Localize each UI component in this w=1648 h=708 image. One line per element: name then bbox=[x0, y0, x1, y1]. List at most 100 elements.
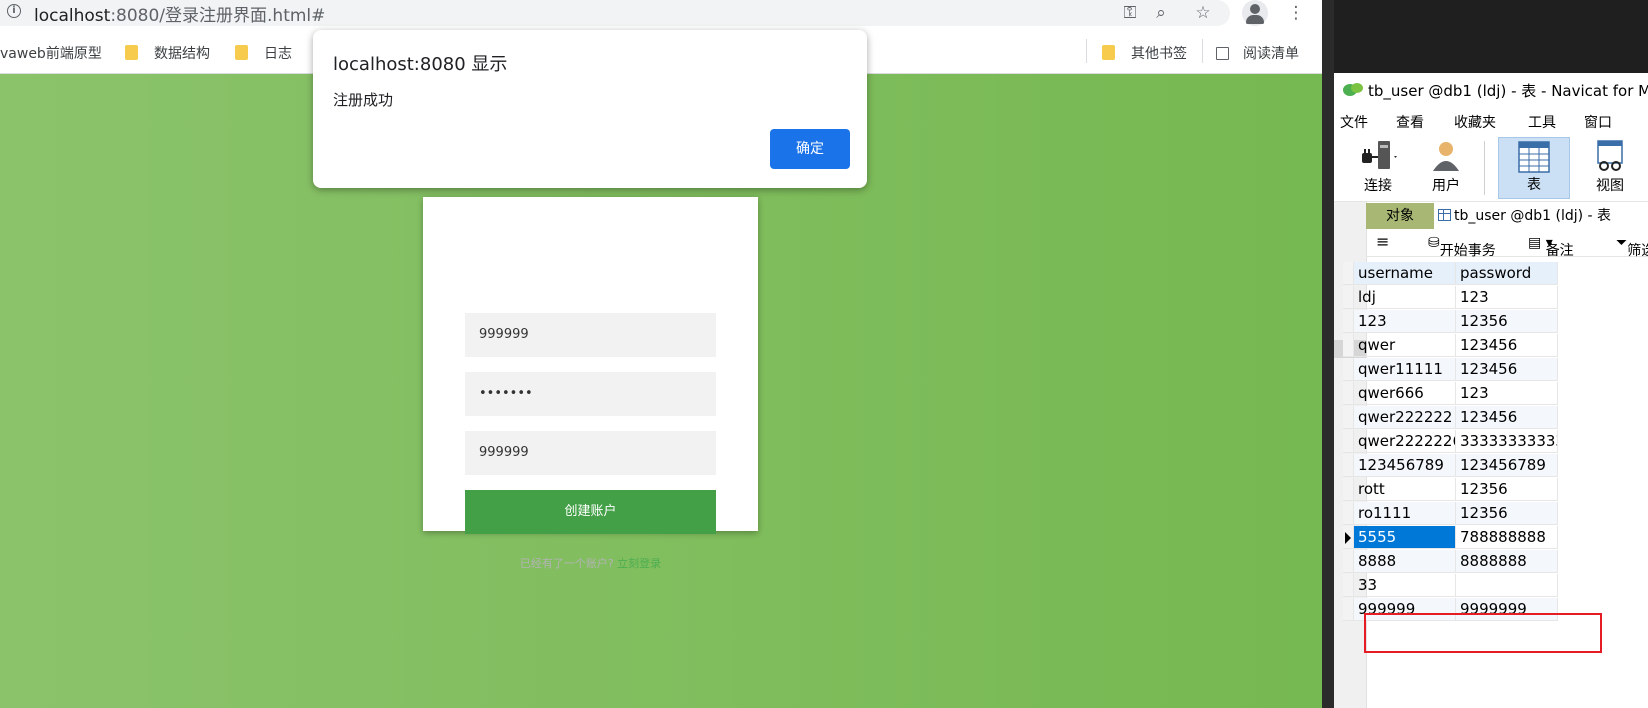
bookmark-separator bbox=[1202, 39, 1203, 63]
url-field[interactable]: i localhost:8080/登录注册界面.html# bbox=[0, 0, 1230, 26]
cell-password[interactable]: 123456 bbox=[1456, 334, 1558, 357]
row-header-cell[interactable] bbox=[1343, 598, 1354, 621]
row-header-cell[interactable] bbox=[1343, 286, 1354, 309]
begin-transaction-button[interactable]: ⛁ 开始事务 bbox=[1428, 235, 1496, 259]
cell-password[interactable]: 123456789 bbox=[1456, 454, 1558, 477]
dialog-ok-button[interactable]: 确定 bbox=[770, 129, 850, 169]
row-header-cell[interactable] bbox=[1343, 430, 1354, 453]
star-icon[interactable]: ☆ bbox=[1192, 2, 1214, 24]
connect-label: 连接 bbox=[1364, 178, 1392, 194]
reading-list-item[interactable]: 阅读清单 bbox=[1216, 43, 1299, 63]
plug-icon bbox=[1362, 141, 1397, 169]
row-header-cell[interactable] bbox=[1343, 550, 1354, 573]
cell-username[interactable]: rott bbox=[1354, 478, 1456, 501]
bookmark-item[interactable]: 日志 bbox=[235, 43, 292, 63]
table-label: 表 bbox=[1527, 177, 1541, 193]
dialog-message: 注册成功 bbox=[333, 91, 394, 109]
cell-username[interactable]: ldj bbox=[1354, 286, 1456, 309]
navicat-menubar: 文件 查看 收藏夹 工具 窗口 bbox=[1334, 105, 1648, 135]
menu-file[interactable]: 文件 bbox=[1340, 112, 1368, 132]
cell-username[interactable]: qwer bbox=[1354, 334, 1456, 357]
form-footer: 已经有了一个账户? 立刻登录 bbox=[423, 555, 758, 571]
navicat-toolbar: 连接 用户 表 视图 bbox=[1334, 135, 1648, 202]
url-path: :8080/登录注册界面.html# bbox=[110, 6, 326, 26]
row-header-cell bbox=[1343, 262, 1354, 285]
hamburger-menu-icon[interactable]: ≡ bbox=[1376, 232, 1389, 251]
user-icon bbox=[1433, 142, 1459, 171]
cell-password[interactable]: 788888888 bbox=[1456, 526, 1558, 549]
connect-button[interactable]: 连接 bbox=[1348, 137, 1408, 199]
key-icon[interactable]: ⚿ bbox=[1119, 2, 1141, 24]
info-icon[interactable]: i bbox=[7, 4, 21, 18]
navicat-title: tb_user @db1 (ldj) - 表 - Navicat for My bbox=[1368, 82, 1648, 100]
folder-icon bbox=[1102, 45, 1115, 60]
comment-button[interactable]: ▤ 备注 ▾ bbox=[1528, 235, 1574, 259]
username-input[interactable]: 999999 bbox=[465, 313, 716, 357]
cell-password[interactable]: 12356 bbox=[1456, 478, 1558, 501]
confirm-input[interactable]: 999999 bbox=[465, 431, 716, 475]
toolbar-divider bbox=[1484, 141, 1485, 195]
column-header-username[interactable]: username bbox=[1354, 262, 1456, 285]
cell-password[interactable]: 33333333333 bbox=[1456, 430, 1558, 453]
row-header-cell[interactable] bbox=[1343, 526, 1354, 549]
cell-username[interactable]: 33 bbox=[1354, 574, 1456, 597]
cell-password[interactable]: 123456 bbox=[1456, 358, 1558, 381]
filter-button[interactable]: ⏷筛选 bbox=[1616, 235, 1648, 259]
view-label: 视图 bbox=[1596, 178, 1624, 194]
cell-username[interactable]: 123456789 bbox=[1354, 454, 1456, 477]
cell-password[interactable]: 12356 bbox=[1456, 310, 1558, 333]
browser-window: i localhost:8080/登录注册界面.html# ⚿ ⌕ ☆ ⋮ va… bbox=[0, 0, 1322, 708]
data-toolbar: ≡ ⛁ 开始事务 ▤ 备注 ▾ ⏷筛选 bbox=[1366, 230, 1648, 259]
bookmark-item[interactable]: 数据结构 bbox=[125, 43, 210, 63]
cell-username[interactable]: qwer222222 bbox=[1354, 406, 1456, 429]
folder-icon bbox=[235, 45, 248, 60]
annotation-red-box bbox=[1364, 613, 1602, 653]
bookmark-item[interactable]: 其他书签 bbox=[1102, 43, 1187, 63]
row-header-cell[interactable] bbox=[1343, 334, 1354, 357]
view-button[interactable]: 视图 bbox=[1580, 137, 1640, 199]
cell-username[interactable]: 123 bbox=[1354, 310, 1456, 333]
row-header-cell[interactable] bbox=[1343, 574, 1354, 597]
profile-avatar-icon[interactable] bbox=[1242, 0, 1268, 26]
row-header-cell[interactable] bbox=[1343, 502, 1354, 525]
cell-password[interactable]: 123 bbox=[1456, 286, 1558, 309]
bookmark-item[interactable]: vaweb前端原型 bbox=[0, 43, 102, 63]
menu-dots-icon[interactable]: ⋮ bbox=[1285, 2, 1307, 24]
menu-tools[interactable]: 工具 bbox=[1528, 112, 1556, 132]
menu-favorites[interactable]: 收藏夹 bbox=[1454, 112, 1496, 132]
cell-username[interactable]: 8888 bbox=[1354, 550, 1456, 573]
cell-password[interactable]: 12356 bbox=[1456, 502, 1558, 525]
window-gap bbox=[1322, 0, 1334, 708]
cell-username[interactable]: qwer2222226 bbox=[1354, 430, 1456, 453]
tab-table[interactable]: tb_user @db1 (ldj) - 表 bbox=[1438, 203, 1611, 229]
menu-view[interactable]: 查看 bbox=[1396, 112, 1424, 132]
login-link[interactable]: 立刻登录 bbox=[617, 557, 661, 570]
cell-username[interactable]: 5555 bbox=[1354, 526, 1456, 549]
table-button[interactable]: 表 bbox=[1498, 137, 1570, 199]
cell-username[interactable]: qwer11111 bbox=[1354, 358, 1456, 381]
address-bar: i localhost:8080/登录注册界面.html# ⚿ ⌕ ☆ ⋮ bbox=[0, 0, 1322, 28]
cell-password[interactable]: 8888888 bbox=[1456, 550, 1558, 573]
zoom-icon[interactable]: ⌕ bbox=[1150, 2, 1172, 24]
password-input[interactable]: ••••••• bbox=[465, 372, 716, 416]
row-header-cell[interactable] bbox=[1343, 406, 1354, 429]
cell-password[interactable]: 123456 bbox=[1456, 406, 1558, 429]
row-header-cell[interactable] bbox=[1343, 310, 1354, 333]
cell-username[interactable]: qwer666 bbox=[1354, 382, 1456, 405]
register-form: 999999 ••••••• 999999 创建账户 已经有了一个账户? 立刻登… bbox=[423, 197, 758, 570]
row-header-cell[interactable] bbox=[1343, 478, 1354, 501]
cell-password[interactable] bbox=[1456, 574, 1558, 597]
url-host: localhost bbox=[34, 6, 111, 26]
cell-password[interactable]: 123 bbox=[1456, 382, 1558, 405]
create-account-button[interactable]: 创建账户 bbox=[465, 490, 716, 534]
row-header-cell[interactable] bbox=[1343, 358, 1354, 381]
navicat-logo-icon bbox=[1343, 83, 1363, 96]
menu-window[interactable]: 窗口 bbox=[1584, 112, 1612, 132]
row-header-cell[interactable] bbox=[1343, 454, 1354, 477]
navicat-tabs: 对象 tb_user @db1 (ldj) - 表 bbox=[1366, 203, 1648, 229]
column-header-password[interactable]: password bbox=[1456, 262, 1558, 285]
cell-username[interactable]: ro1111 bbox=[1354, 502, 1456, 525]
row-header-cell[interactable] bbox=[1343, 382, 1354, 405]
tab-objects[interactable]: 对象 bbox=[1366, 203, 1434, 229]
user-button[interactable]: 用户 bbox=[1420, 137, 1472, 199]
